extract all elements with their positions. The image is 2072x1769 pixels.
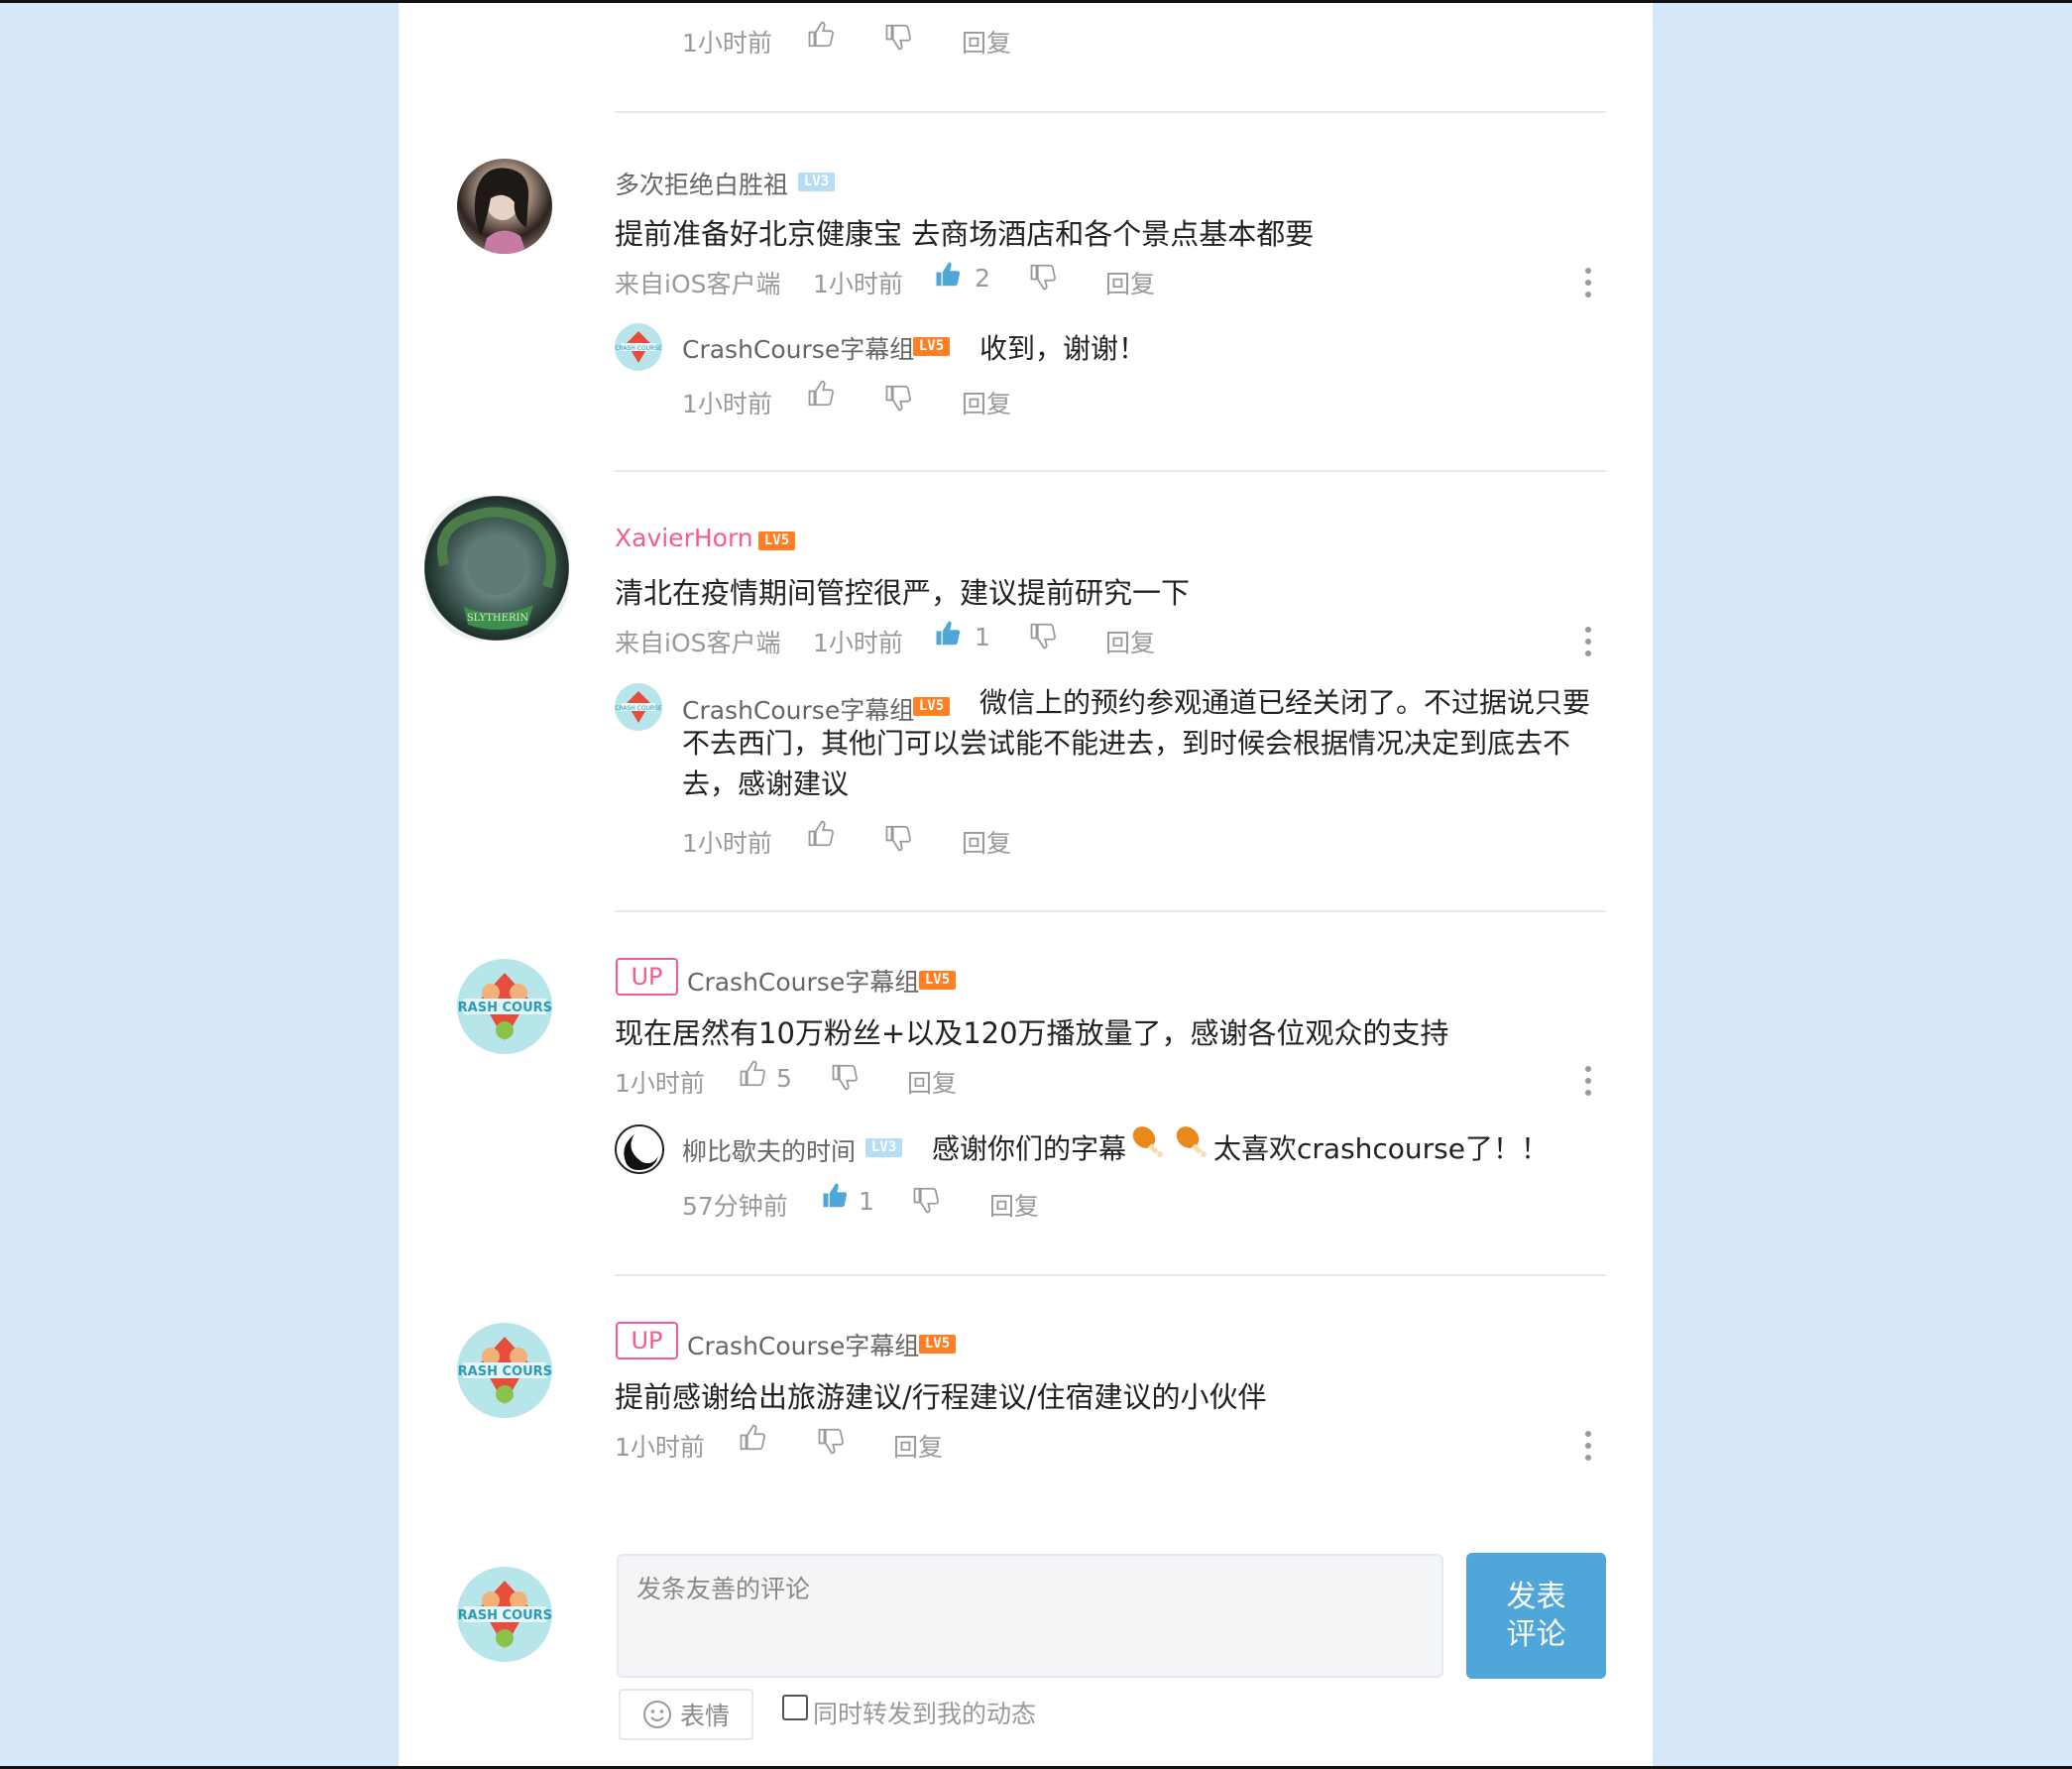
more-options-icon[interactable] (1585, 1431, 1591, 1467)
level-badge: LV3 (865, 1138, 902, 1157)
reply-button[interactable]: 回复 (1105, 624, 1155, 659)
level-badge: LV5 (913, 697, 950, 716)
more-options-icon[interactable] (1585, 1066, 1591, 1102)
drumstick-emoji-icon (1132, 1126, 1163, 1157)
reply-button[interactable]: 回复 (962, 824, 1011, 860)
submit-label-line: 评论 (1506, 1616, 1566, 1652)
comment-text: 现在居然有10万粉丝+以及120万播放量了，感谢各位观众的支持 (615, 1016, 1449, 1050)
like-count: 1 (859, 1187, 874, 1216)
comment-text: 提前感谢给出旅游建议/行程建议/住宿建议的小伙伴 (615, 1380, 1267, 1414)
comment-divider (615, 1274, 1606, 1276)
reply-text: 收到，谢谢！ (979, 332, 1147, 365)
user-avatar[interactable] (457, 159, 552, 254)
reply-button[interactable]: 回复 (962, 385, 1011, 420)
reply-time: 1小时前 (682, 829, 772, 858)
reply-username[interactable]: CrashCourse字幕组 (682, 691, 914, 727)
reply-username[interactable]: 柳比歇夫的时间 (682, 1132, 856, 1168)
svg-text:CRASH COURSE: CRASH COURSE (457, 1364, 552, 1379)
level-badge: LV3 (798, 173, 835, 191)
user-avatar[interactable]: CRASH COURSE (457, 1323, 552, 1418)
thumbs-up-icon[interactable] (739, 1423, 768, 1453)
reply-username[interactable]: CrashCourse字幕组 (682, 330, 914, 366)
thumbs-down-icon[interactable] (884, 823, 914, 853)
reply-text: 感谢你们的字幕 (932, 1132, 1127, 1165)
reply-time: 1小时前 (682, 29, 772, 58)
thumbs-down-icon[interactable] (1029, 262, 1059, 292)
svg-text:CRASH COURSE: CRASH COURSE (615, 345, 662, 352)
comment-input[interactable]: 发条友善的评论 (617, 1554, 1443, 1678)
like-count: 1 (975, 623, 990, 651)
reply-time: 1小时前 (682, 390, 772, 418)
reply-avatar[interactable]: CRASH COURSE (615, 323, 662, 371)
reply-avatar[interactable]: CRASH COURSE (615, 683, 662, 731)
level-badge: LV5 (919, 1335, 956, 1354)
reply-text: 太喜欢crashcourse了！！ (1213, 1132, 1549, 1165)
thumbs-up-icon[interactable] (934, 619, 964, 649)
thumbs-down-icon[interactable] (817, 1426, 847, 1456)
reply-button[interactable]: 回复 (907, 1064, 957, 1100)
level-badge: LV5 (758, 531, 795, 550)
reply-button[interactable]: 回复 (893, 1428, 943, 1464)
like-count: 5 (776, 1064, 792, 1093)
reply-text-line: 微信上的预约参观通道已经关闭了。不过据说只要 (979, 686, 1591, 719)
comment-text: 提前准备好北京健康宝 去商场酒店和各个景点基本都要 (615, 217, 1315, 251)
up-badge: UP (616, 958, 678, 996)
thumbs-up-icon[interactable] (821, 1181, 851, 1211)
smiley-icon (642, 1701, 671, 1728)
up-badge: UP (616, 1322, 678, 1359)
thumbs-down-icon[interactable] (912, 1185, 942, 1215)
reply-button[interactable]: 回复 (962, 24, 1011, 59)
repost-label[interactable]: 同时转发到我的动态 (813, 1695, 1036, 1730)
comment-divider (615, 111, 1606, 113)
comment-time: 1小时前 (813, 629, 903, 657)
comment-time: 1小时前 (813, 270, 903, 298)
emoji-button[interactable]: 表情 (619, 1689, 753, 1740)
reply-button[interactable]: 回复 (989, 1187, 1039, 1223)
thumbs-up-icon[interactable] (739, 1059, 768, 1089)
current-user-avatar: CRASH COURSE (457, 1567, 552, 1662)
thumbs-down-icon[interactable] (884, 383, 914, 413)
comment-username[interactable]: CrashCourse字幕组 (687, 1327, 919, 1362)
svg-text:CRASH COURSE: CRASH COURSE (457, 1001, 552, 1015)
thumbs-down-icon[interactable] (831, 1062, 861, 1092)
drumstick-emoji-icon (1176, 1126, 1207, 1157)
thumbs-down-icon[interactable] (884, 22, 914, 52)
thumbs-up-icon[interactable] (807, 20, 837, 50)
emoji-label: 表情 (679, 1702, 730, 1730)
user-avatar[interactable]: CRASH COURSE (457, 959, 552, 1054)
more-options-icon[interactable] (1585, 627, 1591, 662)
reply-button[interactable]: 回复 (1105, 265, 1155, 300)
comment-divider (615, 470, 1606, 472)
svg-text:CRASH COURSE: CRASH COURSE (457, 1608, 552, 1623)
comment-username[interactable]: XavierHorn (615, 524, 753, 552)
comment-source: 来自iOS客户端 (615, 270, 781, 298)
reply-avatar[interactable] (615, 1124, 664, 1174)
reply-time: 57分钟前 (682, 1192, 788, 1221)
thumbs-down-icon[interactable] (1029, 621, 1059, 650)
comment-time: 1小时前 (615, 1069, 705, 1098)
reply-text-line: 不去西门，其他门可以尝试能不能进去，到时候会根据情况决定到底去不 (682, 727, 1571, 760)
comment-username[interactable]: CrashCourse字幕组 (687, 963, 919, 999)
svg-text:CRASH COURSE: CRASH COURSE (615, 705, 662, 712)
svg-text:SLYTHERIN: SLYTHERIN (467, 613, 529, 624)
submit-label-line: 发表 (1506, 1579, 1566, 1614)
comment-username[interactable]: 多次拒绝白胜祖 (615, 166, 788, 201)
comment-divider (615, 910, 1606, 912)
user-avatar[interactable]: SLYTHERIN (424, 496, 569, 641)
comment-time: 1小时前 (615, 1433, 705, 1462)
level-badge: LV5 (919, 971, 956, 990)
repost-checkbox[interactable] (782, 1695, 808, 1720)
thumbs-up-icon[interactable] (807, 819, 837, 849)
like-count: 2 (975, 264, 990, 293)
thumbs-up-icon[interactable] (934, 260, 964, 290)
more-options-icon[interactable] (1585, 268, 1591, 303)
submit-comment-button[interactable]: 发表 评论 (1466, 1553, 1606, 1679)
thumbs-up-icon[interactable] (807, 379, 837, 409)
comment-source: 来自iOS客户端 (615, 629, 781, 657)
level-badge: LV5 (913, 337, 950, 356)
comment-text: 清北在疫情期间管控很严，建议提前研究一下 (615, 576, 1191, 610)
comment-panel (399, 3, 1653, 1766)
reply-text-line: 去，感谢建议 (682, 767, 850, 800)
